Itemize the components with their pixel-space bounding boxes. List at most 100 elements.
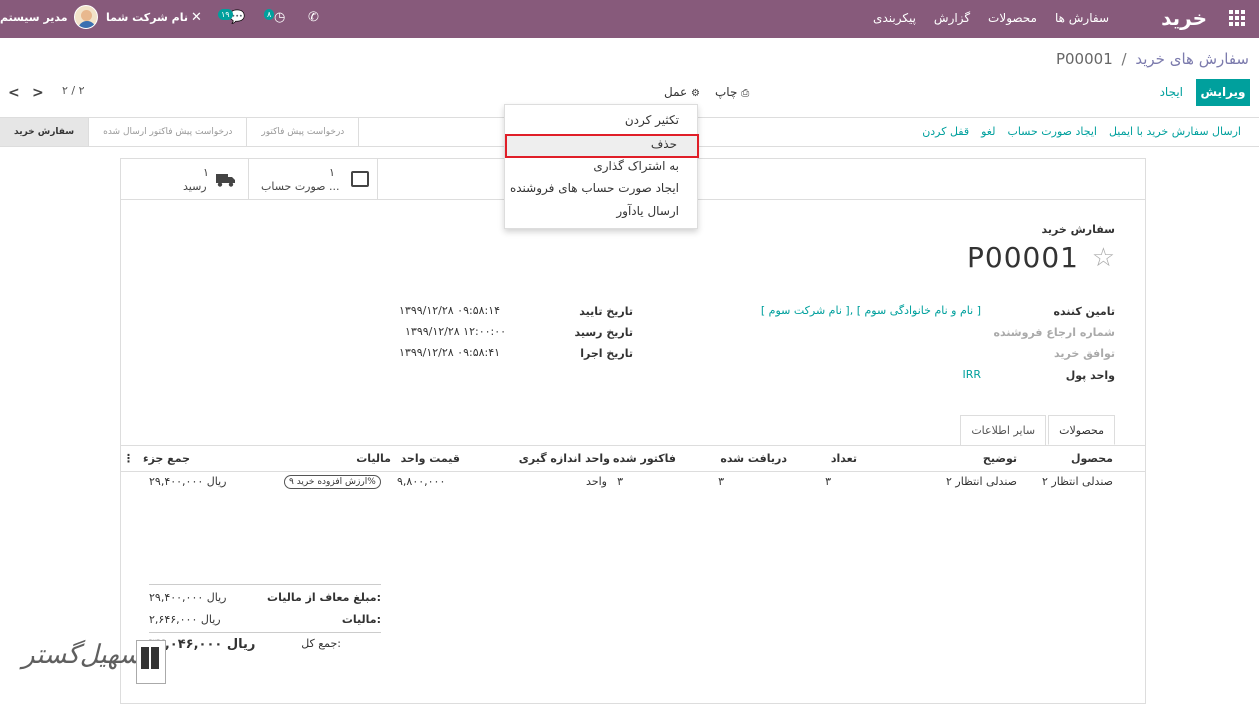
vendor-reference-label: شماره ارجاع فروشنده — [993, 326, 1115, 339]
cancel-button[interactable]: لغو — [981, 125, 995, 138]
bill-count: ۱ — [329, 166, 335, 179]
effective-date-value: ۱۳۹۹/۱۲/۲۸ ۰۹:۵۸:۴۱ — [399, 346, 501, 359]
watermark-logo-mark — [136, 640, 166, 684]
pager-value[interactable]: ۲ / ۲ — [62, 84, 85, 97]
order-name: P00001 — [967, 241, 1079, 274]
bill-label: صورت حساب ... — [261, 180, 340, 193]
main-menu: سفارش ها محصولات گزارش پیکربندی — [873, 11, 1109, 25]
user-name: مدیر سیستم — [0, 10, 68, 24]
vendor-value[interactable]: [ نام شرکت سوم ], [ نام و نام خانوادگی س… — [761, 304, 981, 317]
breadcrumb-parent[interactable]: سفارش های خرید — [1135, 50, 1249, 68]
receipt-label: رسید — [183, 180, 207, 193]
col-subtotal[interactable]: جمع جزء — [143, 452, 190, 465]
menu-products[interactable]: محصولات — [988, 11, 1037, 25]
receipt-count: ۱ — [203, 166, 209, 179]
order-lines-header: محصول توضیح تعداد دریافت شده فاکتور شده … — [121, 445, 1145, 472]
menu-reporting[interactable]: گزارش — [934, 11, 970, 25]
form-sheet: ۱ صورت حساب ... ۱ رسید سفارش خرید P00001… — [120, 158, 1146, 704]
edit-icon — [351, 171, 369, 187]
currency-label: واحد پول — [1065, 369, 1115, 382]
truck-icon — [216, 174, 235, 187]
order-totals: مبلغ معاف از مالیات: ۲۹,۴۰۰,۰۰۰ ریال مال… — [149, 584, 381, 634]
untaxed-amount-value: ۲۹,۴۰۰,۰۰۰ ریال — [149, 591, 227, 604]
print-button[interactable]: چاپ ⎙ — [715, 85, 749, 99]
menu-configuration[interactable]: پیکربندی — [873, 11, 916, 25]
print-label: چاپ — [715, 85, 738, 99]
menu-duplicate[interactable]: تکثیر کردن — [625, 113, 679, 127]
col-unit-price[interactable]: قیمت واحد — [401, 452, 460, 465]
total-label: جمع کل: — [301, 637, 341, 650]
col-product[interactable]: محصول — [1071, 452, 1113, 465]
create-button[interactable]: ایجاد — [1160, 85, 1183, 99]
edit-button[interactable]: ویرایش — [1196, 79, 1250, 106]
company-switcher[interactable]: نام شرکت شما — [106, 11, 188, 24]
breadcrumb: سفارش های خرید / P00001 — [1056, 50, 1249, 68]
col-description[interactable]: توضیح — [983, 452, 1017, 465]
tab-products[interactable]: محصولات — [1048, 415, 1115, 445]
create-bill-button[interactable]: ایجاد صورت حساب — [1007, 125, 1096, 138]
col-billed[interactable]: فاکتور شده — [613, 452, 676, 465]
stage-rfq-sent[interactable]: درخواست پیش فاکتور ارسال شده — [89, 118, 248, 146]
form-title-label: سفارش خرید — [1041, 223, 1115, 236]
order-date-value: ۱۳۹۹/۱۲/۲۸ ۰۹:۵۸:۱۴ — [399, 304, 501, 317]
menu-share[interactable]: به اشتراک گذاری — [593, 159, 679, 173]
action-label: عمل — [664, 85, 688, 99]
effective-date-label: تاریخ اجرا — [580, 347, 633, 360]
purchase-agreement-label: توافق خرید — [1054, 347, 1115, 360]
pager-next-button[interactable]: > — [32, 85, 44, 101]
top-navbar: خرید سفارش ها محصولات گزارش پیکربندی مدی… — [0, 0, 1259, 38]
star-icon[interactable]: ☆ — [1092, 243, 1115, 273]
totals-divider — [149, 632, 381, 633]
action-button[interactable]: عمل ⚙ — [664, 85, 700, 99]
receipt-smart-button[interactable]: ۱ رسید — [121, 159, 249, 199]
pager-previous-button[interactable]: < — [8, 85, 20, 101]
column-options-icon[interactable]: ⋮ — [123, 452, 134, 465]
cell-uom: واحد — [586, 475, 607, 488]
stage-rfq[interactable]: درخواست پیش فاکتور — [247, 118, 360, 146]
header-actions: ارسال سفارش خرید با ایمیل ایجاد صورت حسا… — [922, 125, 1241, 138]
action-dropdown-menu: تکثیر کردن حذف به اشتراک گذاری ایجاد صور… — [504, 104, 699, 229]
menu-delete[interactable]: حذف — [651, 137, 677, 151]
send-po-email-button[interactable]: ارسال سفارش خرید با ایمیل — [1109, 125, 1241, 138]
tax-amount-value: ۲,۶۴۶,۰۰۰ ریال — [149, 613, 221, 626]
notebook-tabs: محصولات سایر اطلاعات — [958, 415, 1115, 445]
debug-tools-icon[interactable]: ✕ — [191, 10, 202, 25]
user-menu[interactable]: مدیر سیستم — [0, 5, 98, 29]
tax-amount-label: مالیات: — [341, 613, 381, 626]
menu-create-vendor-bills[interactable]: ایجاد صورت حساب های فروشنده — [510, 181, 679, 195]
menu-orders[interactable]: سفارش ها — [1055, 11, 1109, 25]
stage-bar: سفارش خرید درخواست پیش فاکتور ارسال شده … — [0, 118, 360, 146]
currency-value[interactable]: IRR — [962, 368, 981, 381]
avatar — [73, 5, 98, 29]
untaxed-amount-label: مبلغ معاف از مالیات: — [267, 591, 381, 604]
col-received[interactable]: دریافت شده — [720, 452, 787, 465]
cell-unit-price: ۹,۸۰۰,۰۰۰ — [397, 475, 446, 488]
lock-button[interactable]: قفل کردن — [922, 125, 969, 138]
phone-icon[interactable]: ✆ — [308, 10, 319, 25]
watermark-logo: تسهیل‌گستر — [22, 640, 150, 670]
bill-smart-button[interactable]: ۱ صورت حساب ... — [249, 159, 378, 199]
cell-subtotal: ۲۹,۴۰۰,۰۰۰ ریال — [149, 475, 227, 488]
receipt-date-label: تاریخ رسید — [574, 326, 633, 339]
cell-quantity: ۳ — [825, 475, 831, 488]
menu-send-reminder[interactable]: ارسال یادآور — [616, 204, 679, 218]
activity-clock-icon[interactable]: ◷ — [274, 10, 285, 25]
activity-badge: ۸ — [264, 9, 275, 20]
order-date-label: تاریخ تایید — [579, 305, 633, 318]
cell-billed: ۳ — [617, 475, 623, 488]
col-taxes[interactable]: مالیات — [356, 452, 391, 465]
apps-menu-icon[interactable] — [1229, 10, 1245, 26]
tab-other-info[interactable]: سایر اطلاعات — [960, 415, 1047, 445]
messages-badge: ۱۹ — [218, 9, 233, 20]
col-quantity[interactable]: تعداد — [831, 452, 857, 465]
breadcrumb-current: P00001 — [1055, 50, 1113, 68]
app-brand[interactable]: خرید — [1161, 6, 1207, 30]
tax-tag: ارزش افزوده خرید ۹% — [284, 475, 381, 489]
vendor-label: تامین کننده — [1053, 305, 1115, 318]
stage-purchase-order[interactable]: سفارش خرید — [0, 118, 90, 146]
gear-icon: ⚙ — [691, 88, 700, 99]
printer-icon: ⎙ — [741, 88, 750, 99]
col-uom[interactable]: واحد اندازه گیری — [519, 452, 610, 465]
cell-description: صندلی انتظار ۲ — [946, 475, 1017, 488]
receipt-date-value: ۱۳۹۹/۱۲/۲۸ ۱۲:۰۰:۰۰ — [405, 325, 507, 338]
